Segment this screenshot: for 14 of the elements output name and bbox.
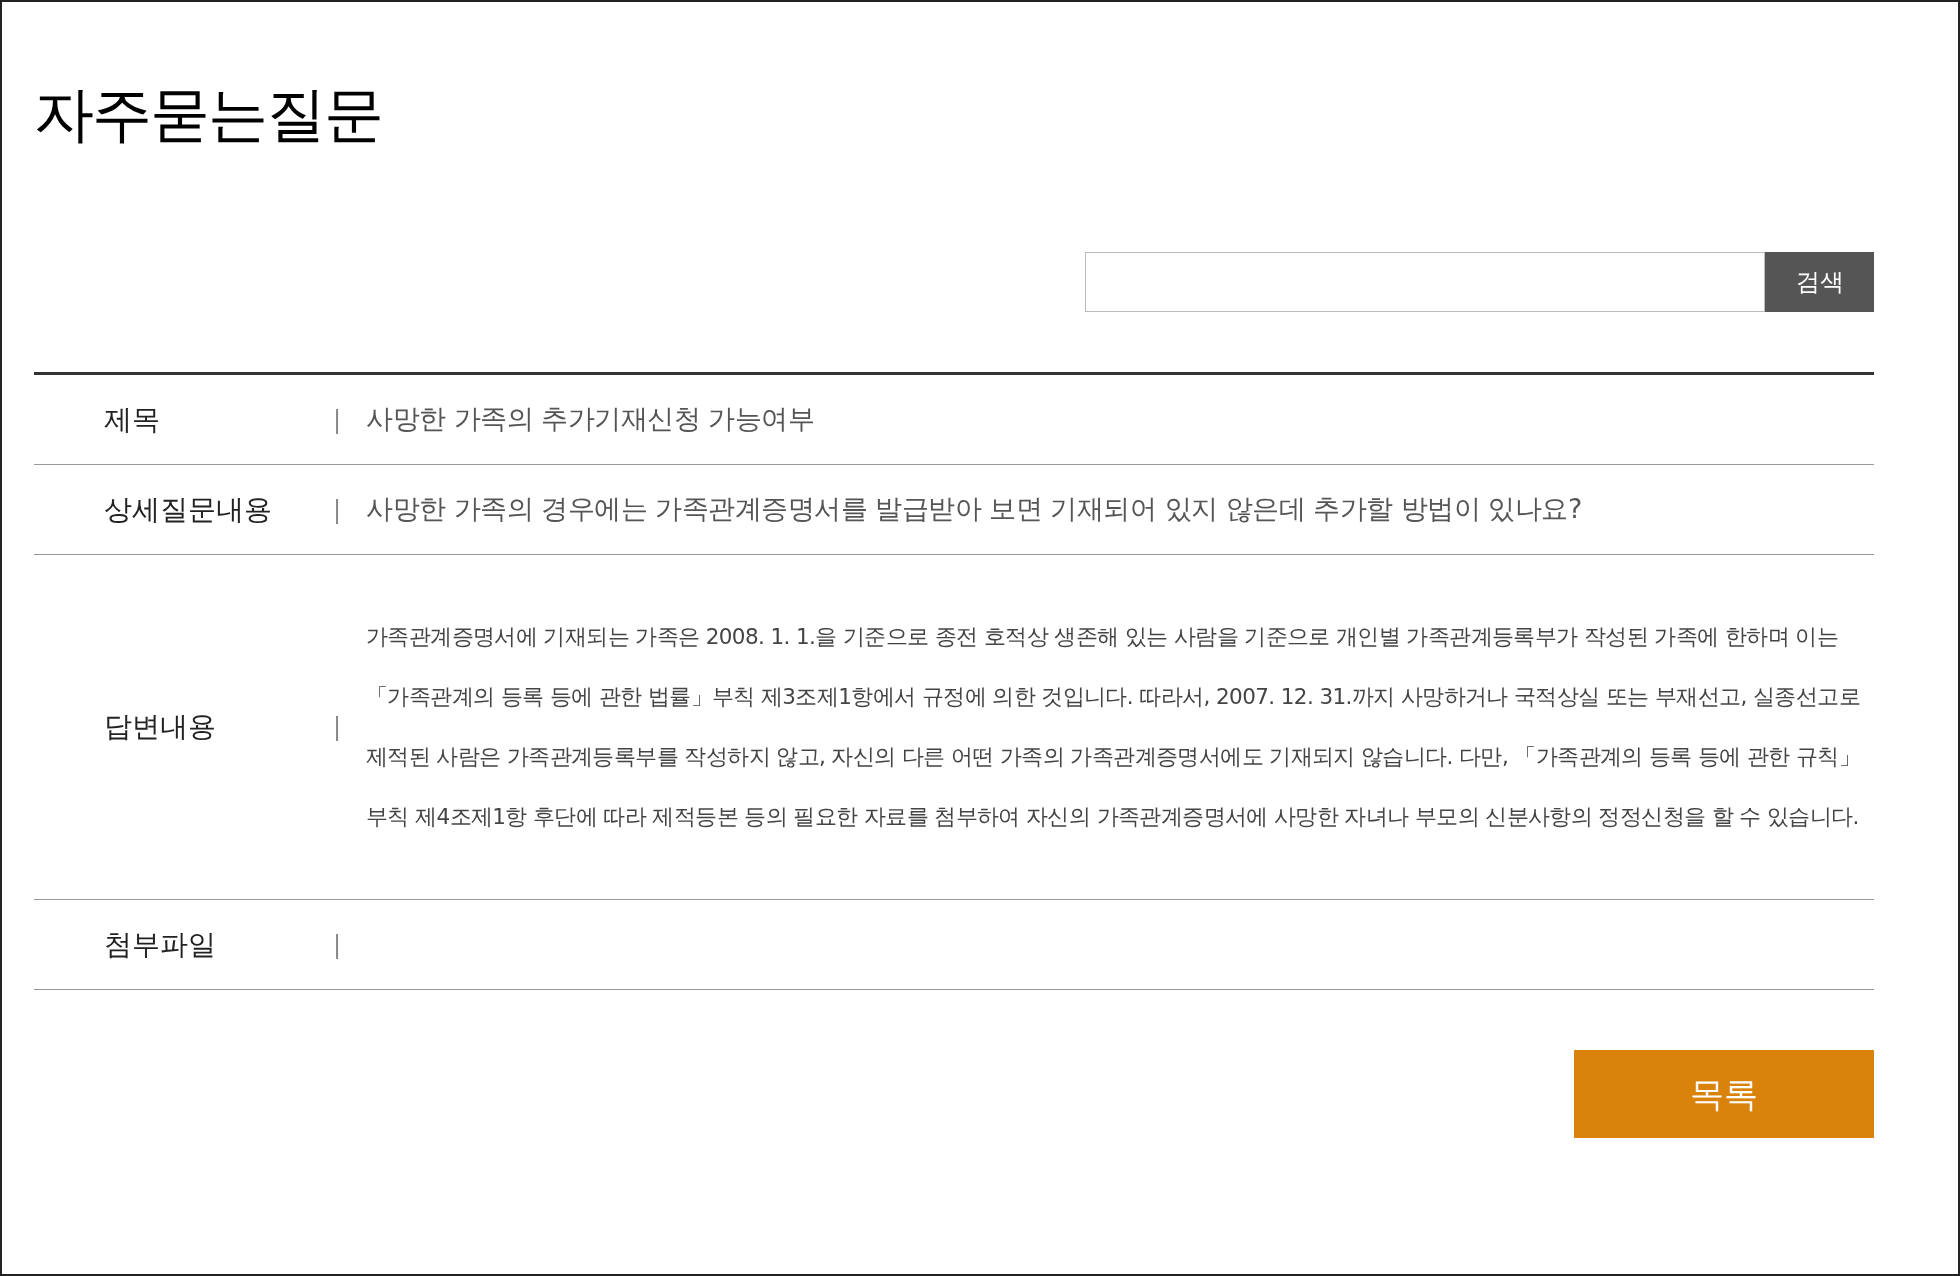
row-label: 답변내용 <box>103 709 217 745</box>
search-field[interactable] <box>1085 252 1765 312</box>
row-value: 사망한 가족의 추가기재신청 가능여부 <box>366 402 815 437</box>
answer-text: 가족관계증명서에 기재되는 가족은 2008. 1. 1.을 기준으로 종전 호적상 생존해 있는 사람을 기준으로 개인별 가족관계등록부가 작성된 가족에 한하며 이는「가족관계의 등록 등에 관한 법률」부칙 제3조제1항에서 규정에 의한 것입니다. 따라서, 2007. 12. 31.까지 사망하거나 국적상실 또는 부재선고, 실종선고로 제적된 사람은 가족관계등록부를 작성하지 않고, 자신의 다른 어떤 가족의 가족관계증명서에도 기재되지 않습니다. 다만, 「가족관계의 등록 등에 관한 규칙」 부칙 제4조제1항 후단에 따라 제적등본 등의 필요한 자료를 첨부하여 자신의 가족관계증명서에 사망한 자녀나 부모의 신분사항의 정정신청을 할 수 있습니다. <box>366 623 1862 831</box>
row-label: 첨부파일 <box>103 926 217 963</box>
search-button[interactable]: 검색 <box>1765 252 1874 312</box>
separator: | <box>333 494 343 526</box>
separator: | <box>333 404 343 436</box>
row-value: 사망한 가족의 경우에는 가족관계증명서를 발급받아 보면 기재되어 있지 않은데 추가할 방법이 있나요? <box>366 492 1582 527</box>
row-label: 제목 <box>103 401 161 438</box>
page-title: 자주묻는질문 <box>34 78 383 151</box>
row-label: 상세질문내용 <box>103 491 273 528</box>
separator: | <box>333 712 343 743</box>
separator: | <box>333 929 343 961</box>
